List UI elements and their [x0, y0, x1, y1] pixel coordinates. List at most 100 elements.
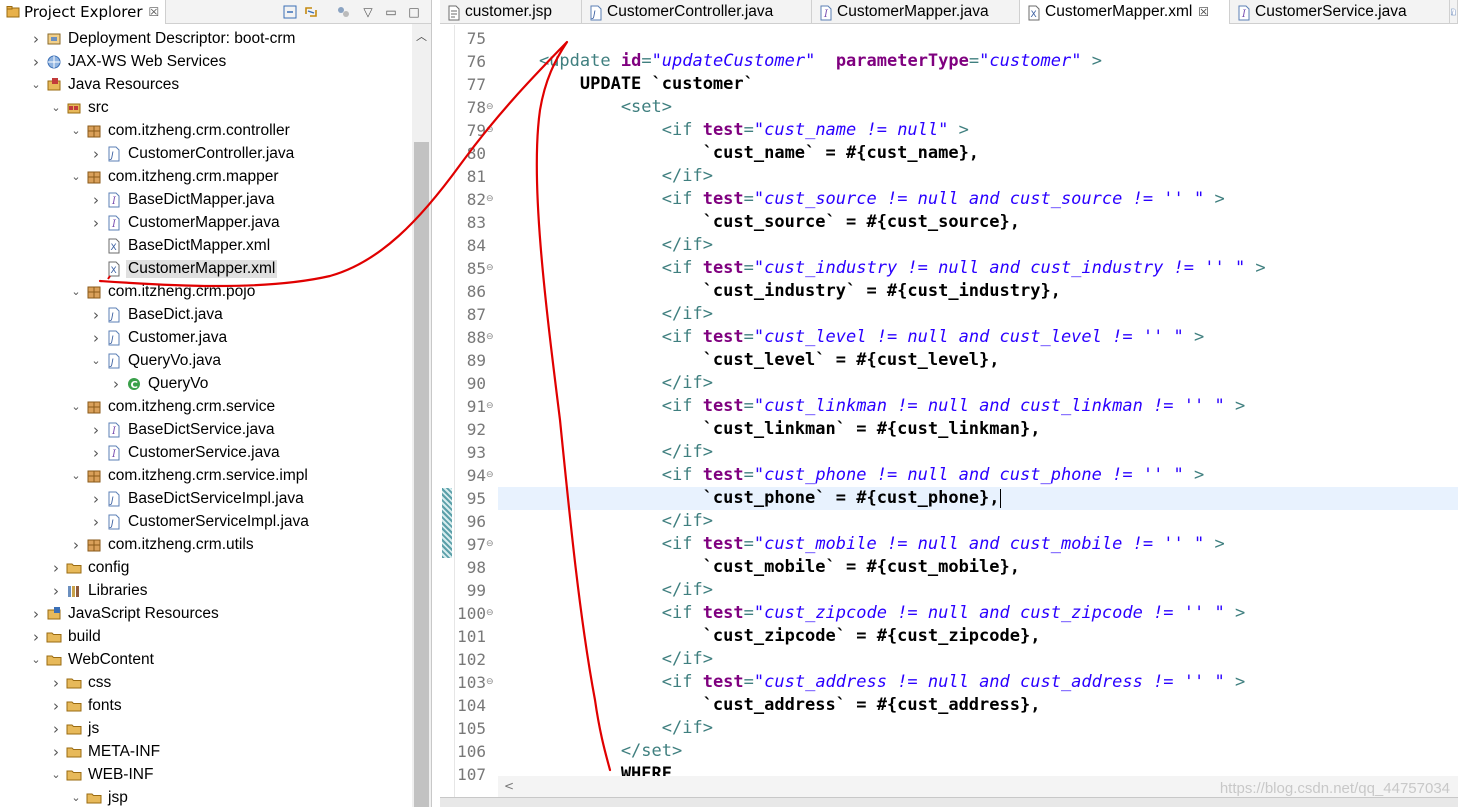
chevron-right-icon[interactable]: › — [48, 743, 64, 761]
chevron-right-icon[interactable]: › — [88, 329, 104, 347]
tree-item[interactable]: › J CustomerServiceImpl.java — [0, 510, 410, 533]
chevron-down-icon[interactable]: ⌄ — [88, 353, 104, 369]
tree-item[interactable]: ⌄ jsp — [0, 786, 410, 807]
tree-item[interactable]: › J BaseDict.java — [0, 303, 410, 326]
code-line[interactable]: <update id="updateCustomer" parameterTyp… — [498, 50, 1458, 73]
code-line[interactable]: `cust_linkman` = #{cust_linkman}, — [498, 418, 1458, 441]
chevron-right-icon[interactable]: › — [88, 421, 104, 439]
chevron-down-icon[interactable]: ⌄ — [68, 399, 84, 415]
code-line[interactable]: `cust_phone` = #{cust_phone}, — [498, 487, 1458, 510]
chevron-right-icon[interactable]: › — [48, 674, 64, 692]
chevron-right-icon[interactable]: › — [88, 145, 104, 163]
chevron-right-icon[interactable]: › — [28, 605, 44, 623]
explorer-vertical-scrollbar[interactable]: ︿ — [412, 24, 431, 807]
chevron-down-icon[interactable]: ⌄ — [48, 100, 64, 116]
code-line[interactable]: <if test="cust_name != null" > — [498, 119, 1458, 142]
code-line[interactable]: </if> — [498, 510, 1458, 533]
chevron-right-icon[interactable]: › — [48, 582, 64, 600]
tree-item[interactable]: › build — [0, 625, 410, 648]
chevron-down-icon[interactable]: ⌄ — [28, 652, 44, 668]
fold-toggle-icon[interactable]: ⊖ — [486, 96, 496, 119]
chevron-right-icon[interactable]: › — [108, 375, 124, 393]
editor-tab[interactable]: I CustomerMapper.java — [812, 0, 1020, 24]
code-line[interactable]: <if test="cust_address != null and cust_… — [498, 671, 1458, 694]
fold-toggle-icon[interactable]: ⊖ — [486, 671, 496, 694]
code-line[interactable]: </if> — [498, 372, 1458, 395]
chevron-down-icon[interactable]: ⌄ — [68, 790, 84, 806]
tree-item[interactable]: › J BaseDictServiceImpl.java — [0, 487, 410, 510]
tree-item[interactable]: › I CustomerMapper.java — [0, 211, 410, 234]
tree-item[interactable]: › I CustomerService.java — [0, 441, 410, 464]
tree-item[interactable]: X CustomerMapper.xml — [0, 257, 410, 280]
tree-item[interactable]: ⌄ com.itzheng.crm.controller — [0, 119, 410, 142]
tree-item[interactable]: › fonts — [0, 694, 410, 717]
scrollbar-thumb[interactable] — [414, 142, 429, 807]
link-with-editor-icon[interactable] — [303, 4, 319, 20]
code-line[interactable]: </if> — [498, 303, 1458, 326]
tree-item[interactable]: › JAX-WS Web Services — [0, 50, 410, 73]
code-line[interactable]: </set> — [498, 740, 1458, 763]
code-line[interactable]: <if test="cust_industry != null and cust… — [498, 257, 1458, 280]
chevron-right-icon[interactable]: › — [28, 30, 44, 48]
code-line[interactable]: </if> — [498, 165, 1458, 188]
code-line[interactable]: </if> — [498, 441, 1458, 464]
fold-toggle-icon[interactable]: ⊖ — [486, 602, 496, 625]
tree-item[interactable]: ⌄ com.itzheng.crm.service.impl — [0, 464, 410, 487]
tree-item[interactable]: › J Customer.java — [0, 326, 410, 349]
chevron-right-icon[interactable]: › — [48, 697, 64, 715]
code-line[interactable]: <set> — [498, 96, 1458, 119]
tree-item[interactable]: › config — [0, 556, 410, 579]
code-line[interactable]: <if test="cust_phone != null and cust_ph… — [498, 464, 1458, 487]
chevron-down-icon[interactable]: ⌄ — [28, 77, 44, 93]
close-icon[interactable]: ☒ — [1198, 5, 1209, 19]
code-line[interactable]: <if test="cust_level != null and cust_le… — [498, 326, 1458, 349]
code-line[interactable]: `cust_industry` = #{cust_industry}, — [498, 280, 1458, 303]
fold-toggle-icon[interactable]: ⊖ — [486, 326, 496, 349]
chevron-down-icon[interactable]: ⌄ — [68, 284, 84, 300]
fold-toggle-icon[interactable]: ⊖ — [486, 188, 496, 211]
chevron-right-icon[interactable]: › — [48, 720, 64, 738]
chevron-right-icon[interactable]: › — [88, 306, 104, 324]
fold-toggle-icon[interactable]: ⊖ — [486, 119, 496, 142]
chevron-right-icon[interactable]: › — [88, 191, 104, 209]
chevron-right-icon[interactable]: › — [68, 536, 84, 554]
editor-tab[interactable]: X CustomerMapper.xml ☒ — [1020, 0, 1230, 24]
code-line[interactable]: </if> — [498, 234, 1458, 257]
code-line[interactable]: <if test="cust_zipcode != null and cust_… — [498, 602, 1458, 625]
tree-item[interactable]: › com.itzheng.crm.utils — [0, 533, 410, 556]
collapse-all-icon[interactable] — [282, 4, 298, 20]
code-line[interactable]: `cust_name` = #{cust_name}, — [498, 142, 1458, 165]
tree-item[interactable]: › css — [0, 671, 410, 694]
tree-item[interactable]: › I BaseDictService.java — [0, 418, 410, 441]
code-line[interactable]: `cust_level` = #{cust_level}, — [498, 349, 1458, 372]
chevron-right-icon[interactable]: › — [88, 490, 104, 508]
tree-item[interactable]: ⌄ com.itzheng.crm.pojo — [0, 280, 410, 303]
chevron-right-icon[interactable]: › — [28, 53, 44, 71]
code-line[interactable]: `cust_mobile` = #{cust_mobile}, — [498, 556, 1458, 579]
chevron-down-icon[interactable]: ⌄ — [48, 767, 64, 783]
tree-item[interactable]: ⌄ Java Resources — [0, 73, 410, 96]
code-line[interactable]: </if> — [498, 717, 1458, 740]
code-line[interactable]: <if test="cust_mobile != null and cust_m… — [498, 533, 1458, 556]
tree-item[interactable]: › Deployment Descriptor: boot-crm — [0, 27, 410, 50]
chevron-down-icon[interactable]: ⌄ — [68, 169, 84, 185]
code-line[interactable]: </if> — [498, 579, 1458, 602]
view-menu-icon[interactable]: ▽ — [360, 4, 376, 20]
tree-item[interactable]: ⌄ WEB-INF — [0, 763, 410, 786]
code-line[interactable]: </if> — [498, 648, 1458, 671]
close-icon[interactable]: ☒ — [149, 5, 160, 19]
tree-item[interactable]: › I BaseDictMapper.java — [0, 188, 410, 211]
fold-toggle-icon[interactable]: ⊖ — [486, 533, 496, 556]
tree-item[interactable]: › META-INF — [0, 740, 410, 763]
chevron-right-icon[interactable]: › — [48, 559, 64, 577]
chevron-right-icon[interactable]: › — [88, 513, 104, 531]
tree-item[interactable]: ⌄ com.itzheng.crm.service — [0, 395, 410, 418]
code-line[interactable]: `cust_source` = #{cust_source}, — [498, 211, 1458, 234]
scroll-left-arrow-icon[interactable]: < — [504, 779, 514, 793]
code-line[interactable]: `cust_address` = #{cust_address}, — [498, 694, 1458, 717]
scroll-up-arrow-icon[interactable]: ︿ — [412, 28, 431, 44]
maximize-icon[interactable]: □ — [406, 4, 422, 20]
filter-icon[interactable] — [335, 4, 351, 20]
chevron-down-icon[interactable]: ⌄ — [68, 468, 84, 484]
more-tabs-icon[interactable]: J — [1450, 0, 1458, 24]
